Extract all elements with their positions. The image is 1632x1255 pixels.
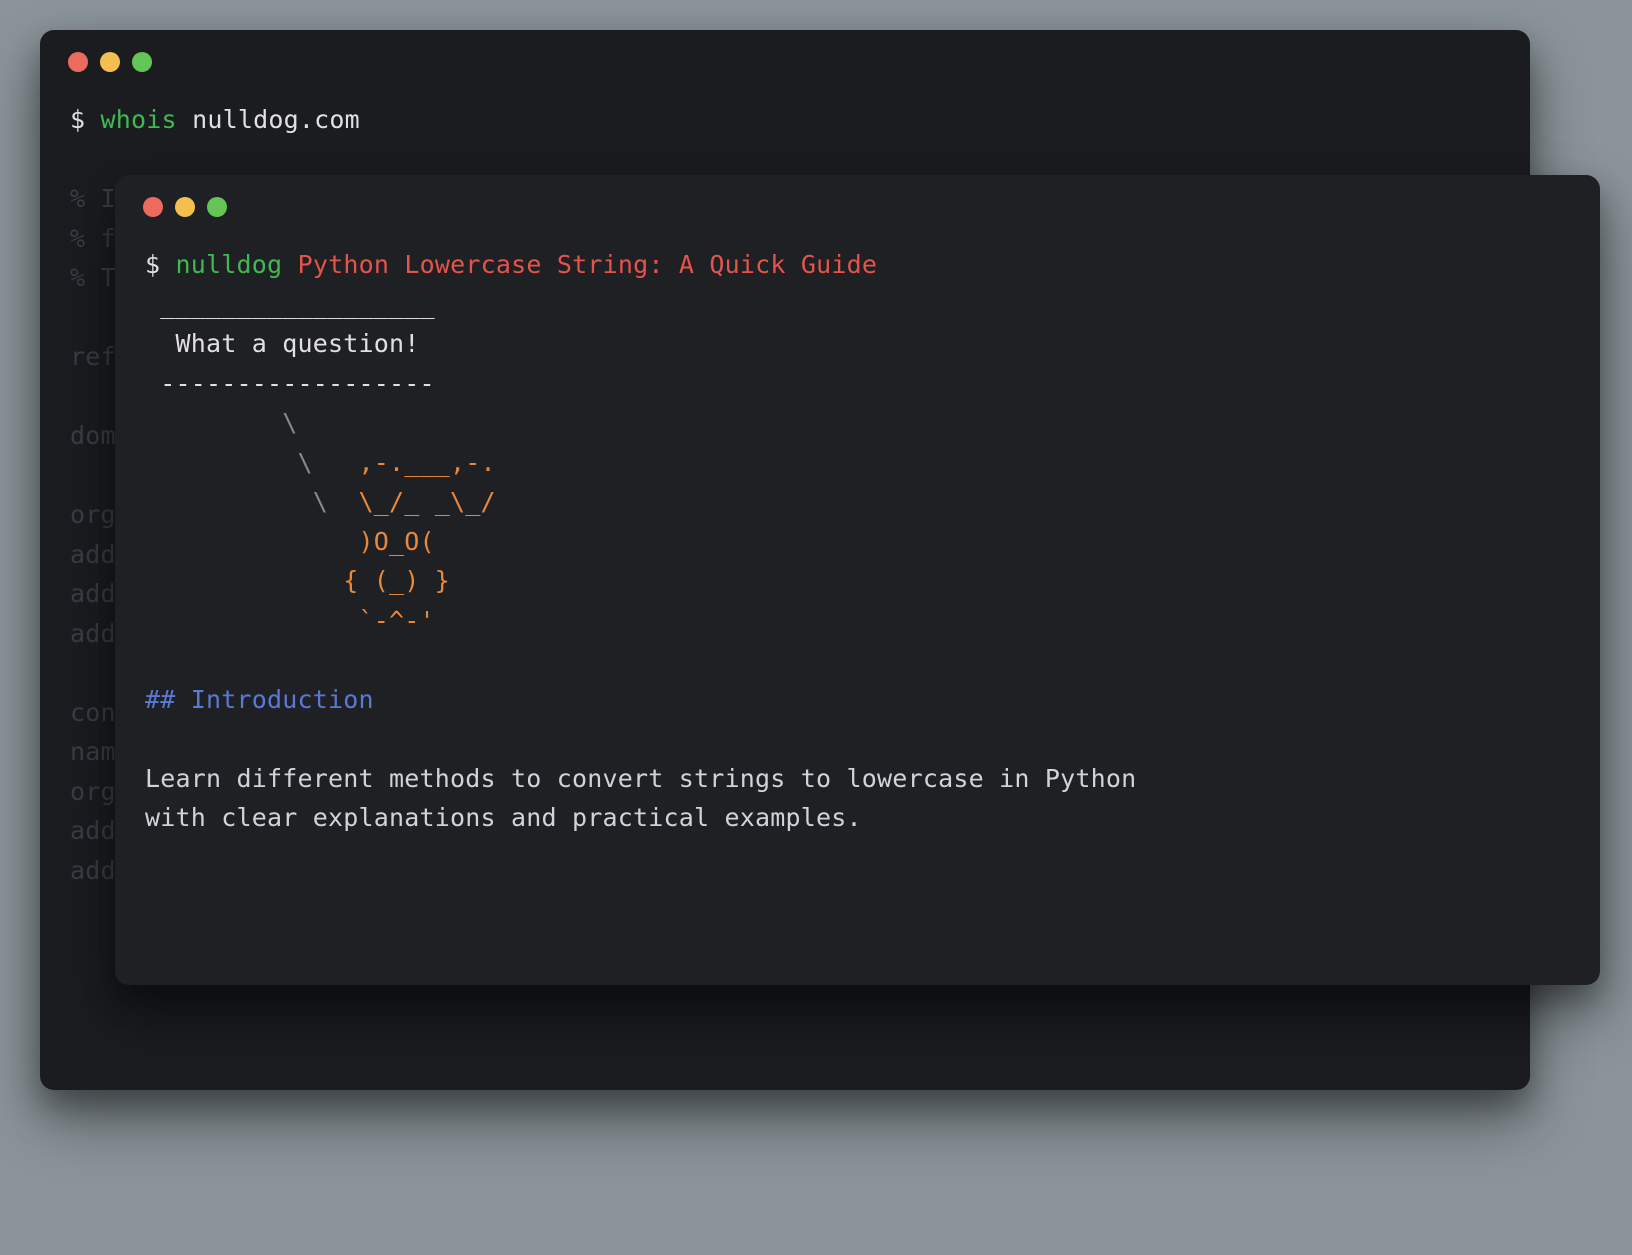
command-nulldog: nulldog [176,250,283,279]
maximize-icon[interactable] [207,197,227,217]
speech-border-bottom: ------------------ [145,369,435,398]
dog-ascii-icon: `-^-' [145,606,435,635]
terminal-output-front: $ nulldog Python Lowercase String: A Qui… [115,227,1600,856]
command-arg: nulldog.com [192,105,360,134]
speech-bubble-text: What a question! [145,329,420,358]
titlebar-back [40,30,1530,82]
section-heading: ## Introduction [145,685,374,714]
titlebar-front [115,175,1600,227]
maximize-icon[interactable] [132,52,152,72]
dog-ascii-icon: { (_) } [145,566,450,595]
minimize-icon[interactable] [100,52,120,72]
article-title: Python Lowercase String: A Quick Guide [298,250,878,279]
body-text: with clear explanations and practical ex… [145,803,862,832]
close-icon[interactable] [68,52,88,72]
dog-ascii-icon: \_/_ _\_/ [359,487,496,516]
dog-ascii-icon: )O_O( [145,527,435,556]
ascii-art-line: \ [145,448,359,477]
terminal-window-front: $ nulldog Python Lowercase String: A Qui… [115,175,1600,985]
close-icon[interactable] [143,197,163,217]
speech-border-top: __________________ [145,290,435,319]
prompt-symbol: $ [145,250,160,279]
prompt-symbol: $ [70,105,85,134]
dog-ascii-icon: ,-.___,-. [359,448,496,477]
ascii-art-line: \ [145,487,359,516]
minimize-icon[interactable] [175,197,195,217]
command-whois: whois [101,105,177,134]
ascii-art-line: \ [145,408,298,437]
body-text: Learn different methods to convert strin… [145,764,1136,793]
